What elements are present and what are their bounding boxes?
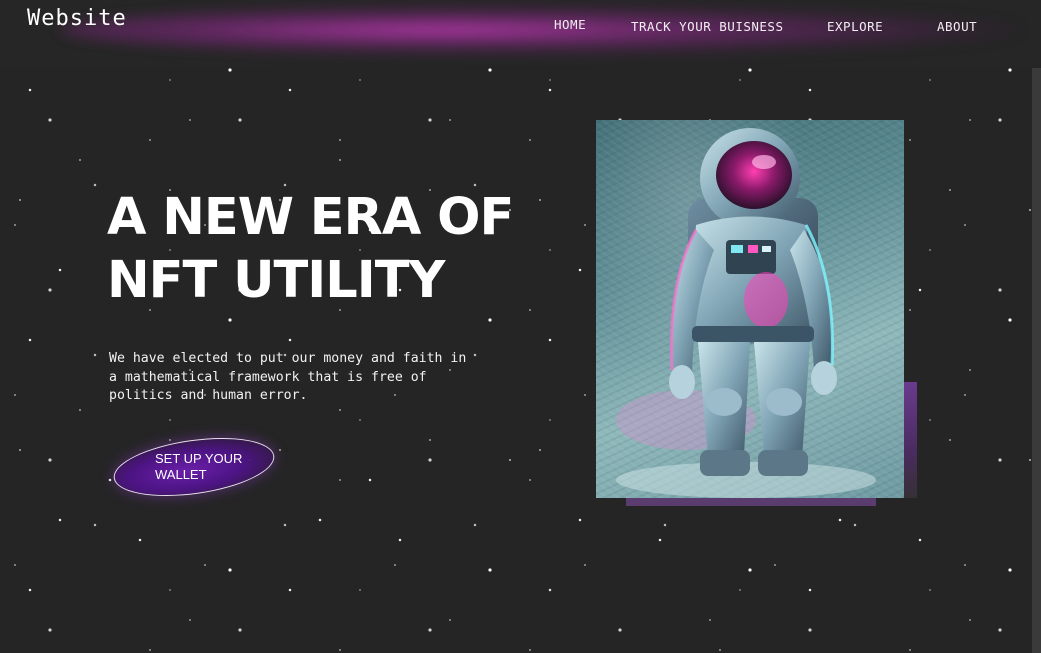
hero-description: We have elected to put our money and fai… bbox=[109, 351, 467, 403]
astronaut-artwork bbox=[596, 120, 904, 498]
site-header: Website HOME TRACK YOUR BUISNESS EXPLORE… bbox=[0, 0, 1041, 66]
nav-home-link[interactable]: HOME bbox=[554, 17, 586, 32]
artwork-frame-accent-bottom bbox=[626, 498, 876, 506]
astronaut-illustration bbox=[616, 128, 876, 498]
nav-about-link[interactable]: ABOUT bbox=[937, 19, 977, 34]
nav-track-business-link[interactable]: TRACK YOUR BUISNESS bbox=[631, 19, 784, 34]
main-nav: HOME TRACK YOUR BUISNESS EXPLORE ABOUT bbox=[0, 17, 1041, 37]
landing-page: Website HOME TRACK YOUR BUISNESS EXPLORE… bbox=[0, 0, 1041, 653]
hero-title: A NEW ERA OF NFT UTILITY bbox=[107, 188, 514, 310]
scrollbar-track[interactable] bbox=[1032, 68, 1041, 653]
nav-explore-link[interactable]: EXPLORE bbox=[827, 19, 883, 34]
setup-wallet-button[interactable] bbox=[110, 428, 278, 506]
